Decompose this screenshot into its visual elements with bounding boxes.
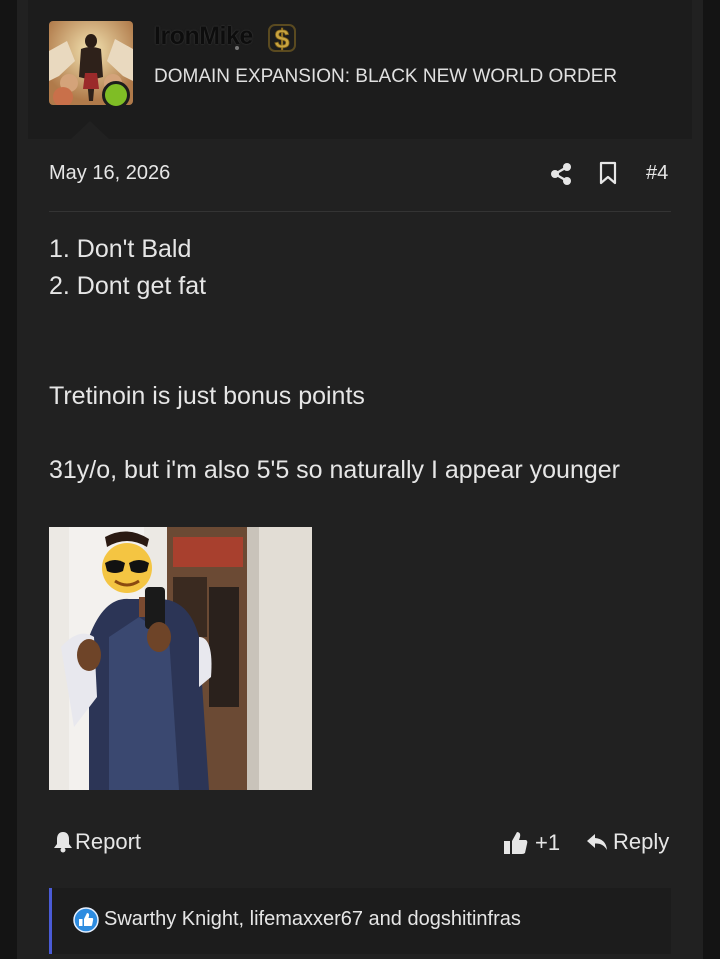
user-title: DOMAIN EXPANSION: BLACK NEW WORLD ORDER	[154, 66, 618, 87]
post-date[interactable]: May 16, 2026	[49, 162, 170, 185]
reply-button[interactable]: Reply	[586, 829, 669, 855]
post-line-2: 2. Dont get fat	[49, 272, 207, 300]
bookmark-icon[interactable]	[598, 161, 618, 185]
like-reaction-icon	[73, 907, 99, 933]
report-label: Report	[75, 829, 142, 854]
post-number-link[interactable]: #4	[646, 162, 668, 185]
like-count: +1	[535, 830, 561, 855]
reaction-users[interactable]: Swarthy Knight, lifemaxxer67 and dogshit…	[104, 908, 521, 931]
like-button[interactable]: +1	[503, 830, 560, 856]
thumbs-up-icon	[504, 832, 528, 854]
post-line-1: 1. Don't Bald	[49, 235, 192, 263]
online-status-indicator	[102, 81, 130, 109]
divider	[49, 211, 671, 212]
dollar-icon: $	[268, 24, 296, 54]
reply-arrow-icon	[587, 834, 607, 850]
svg-text:$: $	[274, 24, 289, 54]
share-icon[interactable]	[550, 162, 572, 186]
post-image[interactable]	[49, 527, 312, 790]
report-button[interactable]: Report	[53, 829, 141, 855]
reactions-bar[interactable]: Swarthy Knight, lifemaxxer67 and dogshit…	[49, 888, 671, 954]
bell-icon	[54, 832, 72, 853]
post-line-3: Tretinoin is just bonus points	[49, 382, 365, 410]
reply-label: Reply	[613, 829, 670, 854]
username-dropdown-dot	[235, 46, 239, 50]
user-header-caret	[71, 121, 109, 139]
post-line-4: 31y/o, but i'm also 5'5 so naturally I a…	[49, 456, 620, 484]
